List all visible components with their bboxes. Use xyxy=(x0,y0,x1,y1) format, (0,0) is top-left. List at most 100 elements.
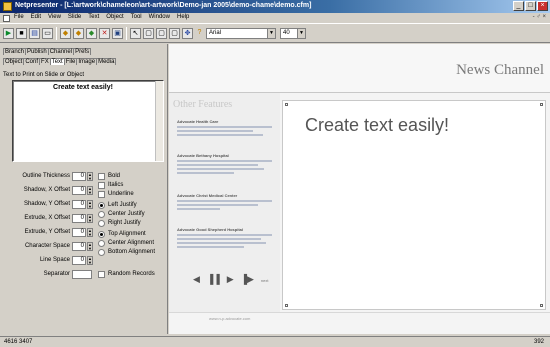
tab-image[interactable]: Image xyxy=(76,58,98,65)
tab-channel[interactable]: Channel xyxy=(47,48,75,55)
slide-canvas[interactable]: Create text easily! xyxy=(282,100,546,310)
text-line xyxy=(177,208,220,210)
text-line xyxy=(177,200,272,202)
chevron-down-icon[interactable]: ▼ xyxy=(297,29,305,38)
text-line xyxy=(177,134,263,136)
spinner-icon[interactable]: ▲ ▼ xyxy=(87,242,93,251)
option-label: Center Alignment xyxy=(108,240,155,246)
menu-file[interactable]: File xyxy=(14,14,24,20)
rect3-icon[interactable]: ▢ xyxy=(169,28,180,39)
spinner-icon[interactable]: ▲ ▼ xyxy=(87,186,93,195)
menu-slide[interactable]: Slide xyxy=(68,14,81,20)
resize-handle[interactable] xyxy=(285,304,288,307)
menu-edit[interactable]: Edit xyxy=(31,14,41,20)
menu-text[interactable]: Text xyxy=(88,14,99,20)
textbox-scrollbar[interactable] xyxy=(155,81,163,161)
tab-media[interactable]: Media xyxy=(96,58,117,65)
menu-window[interactable]: Window xyxy=(149,14,170,20)
prop-label: Extrude, X Offset xyxy=(24,215,70,221)
radio-button[interactable] xyxy=(98,220,105,227)
new-icon[interactable]: ▭ xyxy=(42,28,53,39)
tab-branch[interactable]: Branch xyxy=(3,48,27,55)
maximize-button[interactable]: □ xyxy=(525,1,536,11)
checkbox[interactable] xyxy=(98,271,105,278)
delete-icon[interactable]: ✕ xyxy=(99,28,110,39)
next-icon[interactable]: ▐▶ xyxy=(241,274,254,284)
side-item[interactable]: Advocate Good Shepherd Hospital xyxy=(177,227,272,248)
next-icon[interactable]: ◆ xyxy=(73,28,84,39)
play-icon[interactable]: ▶ xyxy=(3,28,14,39)
prev-icon[interactable]: ◆ xyxy=(60,28,71,39)
prop-input[interactable]: 0 xyxy=(72,200,86,209)
prop-input[interactable]: 0 xyxy=(72,228,86,237)
spinner-icon[interactable]: ▲ ▼ xyxy=(87,200,93,209)
next-label[interactable]: next xyxy=(261,278,269,283)
playback-controls: ◀ ▐▐ ▶ ▐▶ next xyxy=(193,274,275,285)
option-label: Bottom Alignment xyxy=(108,249,156,255)
slide-icon[interactable]: ▤ xyxy=(29,28,40,39)
close-button[interactable]: × xyxy=(537,1,548,11)
menu-help[interactable]: Help xyxy=(177,14,189,20)
minimize-button[interactable]: _ xyxy=(513,1,524,11)
tab-publish[interactable]: Publish xyxy=(25,48,49,55)
prop-input[interactable]: 0 xyxy=(72,256,86,265)
stop-icon[interactable]: ■ xyxy=(16,28,27,39)
first-icon[interactable]: ◀ xyxy=(193,274,200,284)
pause-icon[interactable]: ▐▐ xyxy=(207,274,220,284)
prop-input[interactable]: 0 xyxy=(72,242,86,251)
play-icon[interactable]: ▶ xyxy=(227,274,234,284)
radio-button[interactable] xyxy=(98,240,105,247)
font-select[interactable]: Arial ▼ xyxy=(206,28,276,39)
radio-button[interactable] xyxy=(98,249,105,256)
slide-text-input[interactable]: Create text easily! xyxy=(12,80,164,162)
checkbox[interactable] xyxy=(98,182,105,189)
tab-row-top: Branch Publish Channel Prefs xyxy=(3,48,92,55)
tab-object[interactable]: Object xyxy=(3,58,25,65)
footer-link[interactable]: www.n-p.advocate.com xyxy=(209,316,250,321)
spinner-icon[interactable]: ▲ ▼ xyxy=(87,256,93,265)
tab-conf[interactable]: Conf xyxy=(23,58,41,65)
resize-handle[interactable] xyxy=(540,103,543,106)
menu-object[interactable]: Object xyxy=(106,14,123,20)
rect-icon[interactable]: ▢ xyxy=(143,28,154,39)
prop-input[interactable]: 0 xyxy=(72,186,86,195)
menu-tool[interactable]: Tool xyxy=(131,14,142,20)
side-item-title: Advocate Good Shepherd Hospital xyxy=(177,227,244,232)
radio-button[interactable] xyxy=(98,202,105,209)
separator-input[interactable] xyxy=(72,270,92,279)
tab-file[interactable]: File xyxy=(63,58,78,65)
spinner-icon[interactable]: ▲ ▼ xyxy=(87,228,93,237)
resize-handle[interactable] xyxy=(285,103,288,106)
pointer-icon[interactable]: ↖ xyxy=(130,28,141,39)
font-size-select[interactable]: 40 ▼ xyxy=(280,28,306,39)
resize-handle[interactable] xyxy=(540,304,543,307)
mdi-controls[interactable]: - ♂ × xyxy=(533,14,546,20)
option-label: Random Records xyxy=(108,271,155,277)
move-icon[interactable]: ✥ xyxy=(182,28,193,39)
tab-text[interactable]: Text xyxy=(49,58,65,65)
prop-input[interactable]: 0 xyxy=(72,214,86,223)
font-value: Arial xyxy=(209,30,222,36)
prop-label: Line Space xyxy=(39,257,70,263)
radio-button[interactable] xyxy=(98,231,105,238)
rect2-icon[interactable]: ▢ xyxy=(156,28,167,39)
radio-button[interactable] xyxy=(98,211,105,218)
toolbar-separator xyxy=(56,27,57,40)
side-item[interactable]: Advocate Health Care xyxy=(177,119,272,136)
side-item[interactable]: Advocate Christ Medical Center xyxy=(177,193,272,210)
help-icon[interactable]: ? xyxy=(194,28,205,39)
checkbox[interactable] xyxy=(98,173,105,180)
menu-view[interactable]: View xyxy=(48,14,61,20)
tab-prefs[interactable]: Prefs xyxy=(73,48,92,55)
chevron-down-icon[interactable]: ▼ xyxy=(267,29,275,38)
prop-extrude-x: Extrude, X Offset 0 ▲ ▼ xyxy=(0,214,95,224)
slide-text[interactable]: Create text easily! xyxy=(305,115,449,136)
prop-input[interactable]: 0 xyxy=(72,172,86,181)
side-item[interactable]: Advocate Bethany Hospital xyxy=(177,153,272,174)
spinner-icon[interactable]: ▲ ▼ xyxy=(87,172,93,181)
save-icon[interactable]: ▣ xyxy=(112,28,123,39)
checkbox[interactable] xyxy=(98,191,105,198)
text-caption: Text to Print on Slide or Object xyxy=(3,72,85,78)
spinner-icon[interactable]: ▲ ▼ xyxy=(87,214,93,223)
cut-icon[interactable]: ◆ xyxy=(86,28,97,39)
